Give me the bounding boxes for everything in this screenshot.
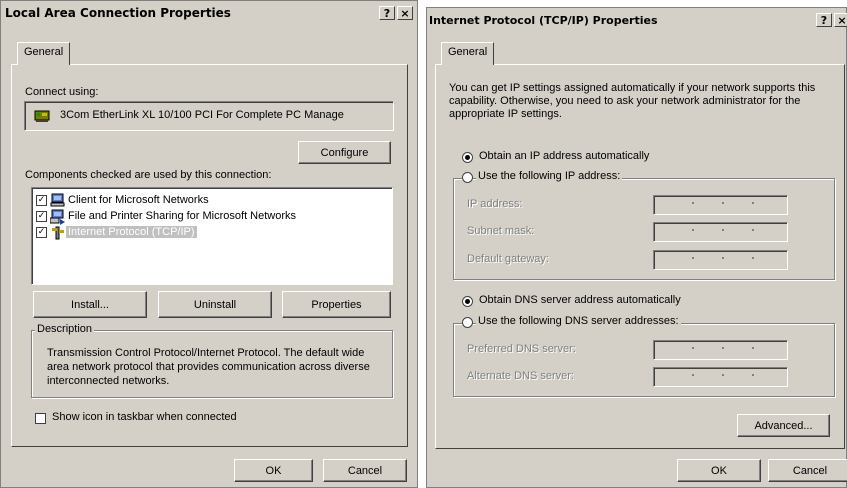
obtain-dns-radio[interactable] (462, 296, 473, 307)
adapter-box: 3Com EtherLink XL 10/100 PCI For Complet… (24, 101, 394, 131)
protocol-icon (52, 226, 64, 240)
properties-button[interactable]: Properties (282, 291, 391, 318)
intro-text: You can get IP settings assigned automat… (449, 82, 816, 120)
show-icon-label: Show icon in taskbar when connected (52, 411, 237, 423)
use-following-dns-label: Use the following DNS server addresses: (476, 315, 681, 327)
dialog-title: Local Area Connection Properties (5, 6, 231, 20)
client-label: Client for Microsoft Networks (68, 194, 209, 206)
ok-button[interactable]: OK (234, 459, 313, 482)
client-checkbox[interactable]: ✓ (36, 195, 47, 206)
adapter-name: 3Com EtherLink XL 10/100 PCI For Complet… (60, 109, 344, 121)
subnet-mask-label: Subnet mask: (467, 225, 535, 237)
tab-general[interactable]: General (441, 42, 495, 65)
subnet-mask-field[interactable] (653, 222, 788, 242)
local-area-connection-dialog: Local Area Connection Properties ? × Gen… (0, 0, 418, 488)
obtain-ip-label: Obtain an IP address automatically (479, 150, 650, 162)
ok-button[interactable]: OK (677, 459, 761, 482)
components-list[interactable]: ✓ Client for Microsoft Networks ✓ File a… (31, 187, 393, 285)
use-following-dns-radio[interactable] (462, 317, 473, 328)
help-button[interactable]: ? (379, 6, 395, 20)
file-printer-sharing-icon (50, 209, 65, 225)
description-text: Transmission Control Protocol/Internet P… (47, 347, 370, 387)
show-icon-checkbox[interactable] (35, 413, 46, 424)
install-button[interactable]: Install... (33, 291, 147, 318)
file-printer-sharing-checkbox[interactable]: ✓ (36, 211, 47, 222)
tab-general-label: General (448, 46, 488, 58)
preferred-dns-label: Preferred DNS server: (467, 343, 576, 355)
alternate-dns-label: Alternate DNS server: (467, 370, 574, 382)
obtain-ip-radio[interactable] (462, 152, 473, 163)
title-bar[interactable]: Local Area Connection Properties ? × (1, 1, 417, 27)
network-client-icon (50, 193, 65, 207)
preferred-dns-field[interactable] (653, 340, 788, 360)
tcpip-label: Internet Protocol (TCP/IP) (66, 226, 197, 238)
close-button[interactable]: × (397, 6, 413, 20)
components-label: Components checked are used by this conn… (25, 169, 272, 181)
configure-button[interactable]: Configure (298, 141, 391, 164)
title-bar[interactable]: Internet Protocol (TCP/IP) Properties ? … (427, 8, 847, 34)
connect-using-label: Connect using: (25, 86, 99, 98)
dialog-title: Internet Protocol (TCP/IP) Properties (429, 14, 658, 27)
default-gateway-label: Default gateway: (467, 253, 549, 265)
advanced-button[interactable]: Advanced... (737, 414, 830, 437)
cancel-button[interactable]: Cancel (323, 459, 407, 482)
alternate-dns-field[interactable] (653, 367, 788, 387)
description-legend: Description (35, 323, 95, 335)
default-gateway-field[interactable] (653, 250, 788, 270)
tcpip-checkbox[interactable]: ✓ (36, 227, 47, 238)
uninstall-button[interactable]: Uninstall (158, 291, 272, 318)
help-button[interactable]: ? (816, 13, 832, 27)
use-following-ip-label: Use the following IP address: (476, 170, 623, 182)
ip-address-field[interactable] (653, 195, 788, 215)
network-adapter-icon (34, 110, 50, 122)
tcpip-properties-dialog: Internet Protocol (TCP/IP) Properties ? … (426, 7, 847, 488)
obtain-dns-label: Obtain DNS server address automatically (479, 294, 681, 306)
use-following-ip-radio[interactable] (462, 172, 473, 183)
ip-address-label: IP address: (467, 198, 523, 210)
tab-general-label: General (24, 46, 64, 58)
close-button[interactable]: × (834, 13, 847, 27)
cancel-button[interactable]: Cancel (768, 459, 847, 482)
tab-general[interactable]: General (17, 42, 71, 65)
file-printer-sharing-label: File and Printer Sharing for Microsoft N… (68, 210, 297, 222)
